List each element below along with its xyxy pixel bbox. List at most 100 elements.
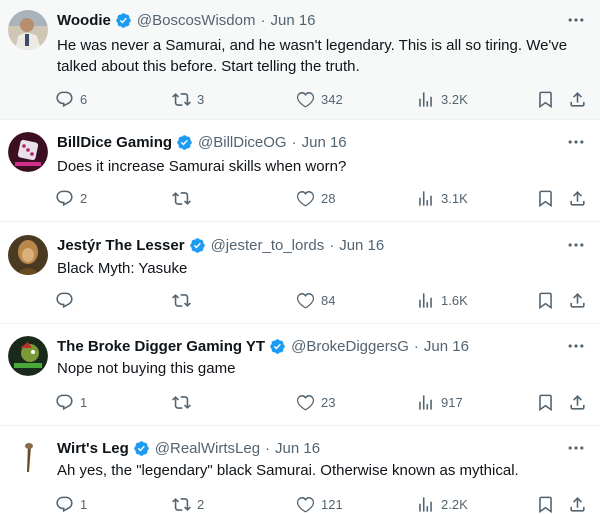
views-button[interactable]: 1.6K — [416, 288, 468, 312]
retweet-button[interactable] — [172, 186, 197, 210]
timestamp[interactable]: Jun 16 — [270, 12, 315, 29]
verified-badge-icon — [176, 134, 193, 151]
handle[interactable]: @BoscosWisdom — [137, 12, 256, 29]
display-name[interactable]: Wirt's Leg — [57, 440, 129, 457]
tweet[interactable]: BillDice Gaming @BillDiceOG · Jun 16 Doe… — [0, 120, 600, 222]
retweet-button[interactable] — [172, 390, 197, 414]
views-button[interactable]: 3.2K — [416, 87, 468, 111]
handle[interactable]: @jester_to_lords — [211, 237, 325, 254]
views-icon — [416, 393, 435, 412]
share-icon — [568, 291, 587, 310]
timestamp[interactable]: Jun 16 — [424, 338, 469, 355]
share-icon — [568, 90, 587, 109]
like-icon — [296, 393, 315, 412]
more-icon[interactable] — [566, 438, 586, 458]
tweet-header: BillDice Gaming @BillDiceOG · Jun 16 — [57, 132, 580, 152]
retweet-button[interactable]: 2 — [172, 492, 204, 514]
bookmark-button[interactable] — [536, 288, 555, 312]
reply-button[interactable]: 1 — [55, 390, 87, 414]
like-button[interactable]: 121 — [296, 492, 343, 514]
separator: · — [265, 439, 271, 457]
display-name[interactable]: Jestýr The Lesser — [57, 237, 185, 254]
more-icon[interactable] — [566, 10, 586, 30]
reply-button[interactable] — [55, 288, 80, 312]
timestamp[interactable]: Jun 16 — [302, 134, 347, 151]
avatar[interactable] — [8, 438, 48, 478]
bookmark-icon — [536, 495, 555, 514]
share-button[interactable] — [568, 390, 587, 414]
avatar[interactable] — [8, 132, 48, 172]
like-button[interactable]: 28 — [296, 186, 335, 210]
action-bar: 6 3 342 3.2K — [52, 87, 590, 111]
share-icon — [568, 393, 587, 412]
avatar[interactable] — [8, 336, 48, 376]
retweet-button[interactable] — [172, 288, 197, 312]
retweet-icon — [172, 393, 191, 412]
bookmark-button[interactable] — [536, 186, 555, 210]
like-button[interactable]: 23 — [296, 390, 335, 414]
tweet[interactable]: The Broke Digger Gaming YT @BrokeDiggers… — [0, 324, 600, 426]
reply-icon — [55, 90, 74, 109]
reply-icon — [55, 291, 74, 310]
views-button[interactable]: 2.2K — [416, 492, 468, 514]
views-button[interactable]: 917 — [416, 390, 463, 414]
retweet-icon — [172, 189, 191, 208]
share-icon — [568, 495, 587, 514]
more-icon[interactable] — [566, 235, 586, 255]
tweet-header: Jestýr The Lesser @jester_to_lords · Jun… — [57, 235, 580, 255]
action-bar: 2 28 3.1K — [52, 186, 590, 210]
handle[interactable]: @RealWirtsLeg — [155, 440, 260, 457]
tweet[interactable]: Jestýr The Lesser @jester_to_lords · Jun… — [0, 222, 600, 324]
share-button[interactable] — [568, 492, 587, 514]
retweet-icon — [172, 291, 191, 310]
verified-badge-icon — [115, 12, 132, 29]
views-icon — [416, 189, 435, 208]
tweet[interactable]: Woodie @BoscosWisdom · Jun 16 He was nev… — [0, 0, 600, 120]
reply-button[interactable]: 2 — [55, 186, 87, 210]
share-button[interactable] — [568, 186, 587, 210]
handle[interactable]: @BillDiceOG — [198, 134, 287, 151]
bookmark-button[interactable] — [536, 390, 555, 414]
like-icon — [296, 90, 315, 109]
bookmark-button[interactable] — [536, 87, 555, 111]
views-icon — [416, 291, 435, 310]
tweet[interactable]: Wirt's Leg @RealWirtsLeg · Jun 16 Ah yes… — [0, 426, 600, 514]
display-name[interactable]: Woodie — [57, 12, 111, 29]
avatar[interactable] — [8, 235, 48, 275]
like-icon — [296, 291, 315, 310]
verified-badge-icon — [189, 237, 206, 254]
reply-icon — [55, 189, 74, 208]
tweet-header: Woodie @BoscosWisdom · Jun 16 — [57, 10, 580, 30]
tweet-header: The Broke Digger Gaming YT @BrokeDiggers… — [57, 336, 580, 356]
reply-button[interactable]: 1 — [55, 492, 87, 514]
retweet-button[interactable]: 3 — [172, 87, 204, 111]
display-name[interactable]: The Broke Digger Gaming YT — [57, 338, 265, 355]
handle[interactable]: @BrokeDiggersG — [291, 338, 409, 355]
display-name[interactable]: BillDice Gaming — [57, 134, 172, 151]
reply-icon — [55, 495, 74, 514]
verified-badge-icon — [133, 440, 150, 457]
reply-button[interactable]: 6 — [55, 87, 87, 111]
share-button[interactable] — [568, 87, 587, 111]
tweet-header: Wirt's Leg @RealWirtsLeg · Jun 16 — [57, 438, 580, 458]
timestamp[interactable]: Jun 16 — [275, 440, 320, 457]
more-icon[interactable] — [566, 132, 586, 152]
retweet-count: 2 — [197, 496, 205, 512]
timestamp[interactable]: Jun 16 — [339, 237, 384, 254]
like-button[interactable]: 342 — [296, 87, 343, 111]
like-icon — [296, 189, 315, 208]
avatar[interactable] — [8, 10, 48, 50]
views-button[interactable]: 3.1K — [416, 186, 468, 210]
share-button[interactable] — [568, 288, 587, 312]
tweet-text: Ah yes, the "legendary" black Samurai. O… — [57, 462, 519, 479]
separator: · — [291, 133, 297, 151]
retweet-icon — [172, 495, 191, 514]
tweet-text: Does it increase Samurai skills when wor… — [57, 158, 347, 175]
reply-count: 1 — [80, 394, 88, 410]
bookmark-icon — [536, 189, 555, 208]
action-bar: 1 23 917 — [52, 390, 590, 414]
more-icon[interactable] — [566, 336, 586, 356]
like-button[interactable]: 84 — [296, 288, 335, 312]
bookmark-button[interactable] — [536, 492, 555, 514]
tweet-text: He was never a Samurai, and he wasn't le… — [57, 37, 568, 75]
